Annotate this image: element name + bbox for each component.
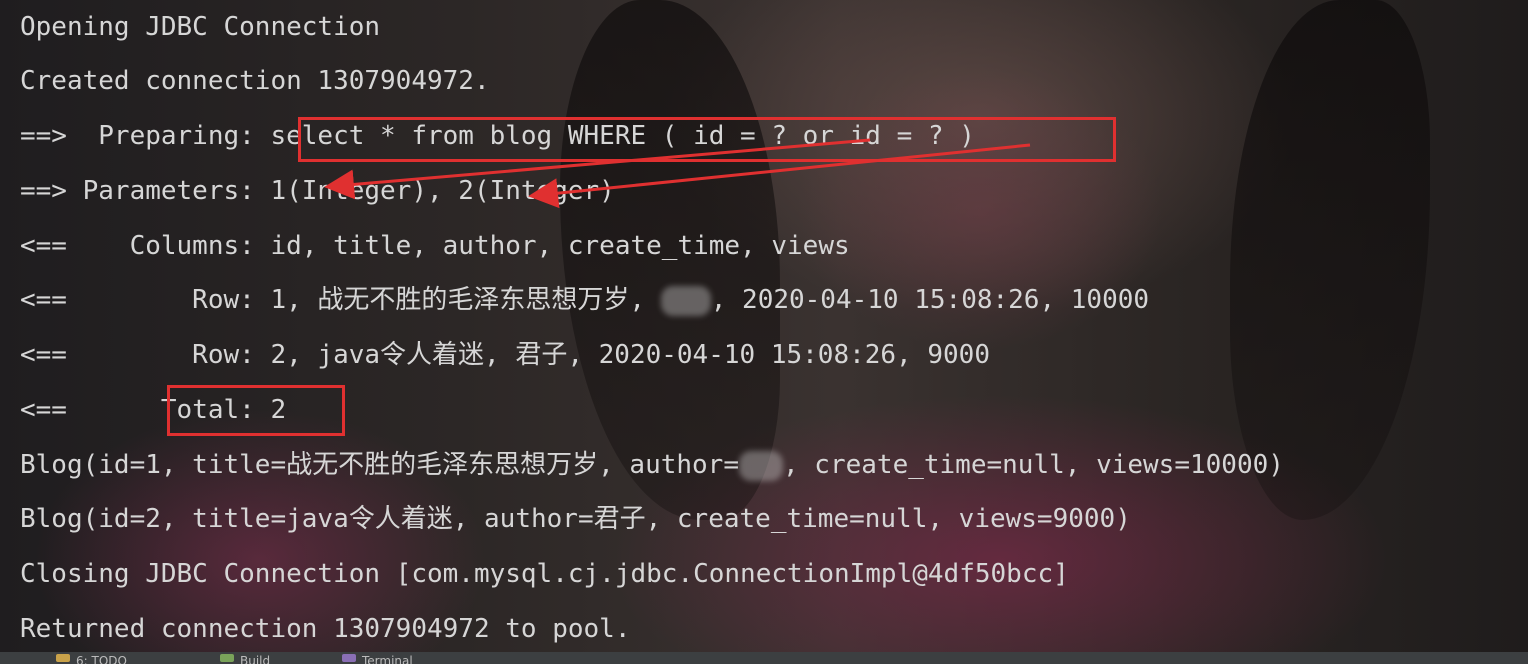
log-text: Opening JDBC Connection (20, 12, 381, 42)
log-line-blog: Blog(id=2, title=java令人着迷, author=君子, cr… (20, 501, 1131, 537)
tab-terminal[interactable]: Terminal (342, 652, 413, 664)
sql-highlight-box (298, 117, 1116, 162)
log-text: , 2020-04-10 15:08:26, 10000 (710, 285, 1150, 315)
log-text: , create_time=null, views=10000) (783, 450, 1284, 480)
log-text: Blog(id=1, title=战无不胜的毛泽东思想万岁, author= (20, 450, 739, 480)
log-text: Returned connection 1307904972 to pool. (20, 614, 631, 644)
redacted-author-blur (660, 285, 711, 316)
log-text: <== Columns: id, title, author, create_t… (20, 231, 850, 261)
log-line-parameters: ==> Parameters: 1(Integer), 2(Integer) (20, 173, 615, 209)
log-text: <== Row: 1, 战无不胜的毛泽东思想万岁, (20, 285, 661, 315)
log-prefix: ==> Preparing: (20, 121, 271, 151)
tab-todo[interactable]: 6: TODO (56, 652, 127, 664)
log-text: Closing JDBC Connection [com.mysql.cj.jd… (20, 559, 1069, 589)
log-text: Created connection 1307904972. (20, 66, 490, 96)
tool-window-bar: 6: TODO Build Terminal (0, 652, 1528, 664)
tab-label: 6: TODO (76, 654, 127, 664)
log-line: Created connection 1307904972. (20, 63, 490, 99)
tab-label: Build (240, 654, 271, 664)
log-line-columns: <== Columns: id, title, author, create_t… (20, 228, 850, 264)
build-icon (220, 654, 234, 662)
background-photo-hair-right (1230, 0, 1430, 520)
log-line-blog: Blog(id=1, title=战无不胜的毛泽东思想万岁, author= , … (20, 447, 1284, 483)
log-text: Blog(id=2, title=java令人着迷, author=君子, cr… (20, 504, 1131, 534)
log-line-closing: Closing JDBC Connection [com.mysql.cj.jd… (20, 556, 1069, 592)
log-line-row: <== Row: 2, java令人着迷, 君子, 2020-04-10 15:… (20, 337, 990, 373)
redacted-author-blur (739, 450, 783, 481)
log-line-row: <== Row: 1, 战无不胜的毛泽东思想万岁, , 2020-04-10 1… (20, 282, 1149, 318)
log-line-returned: Returned connection 1307904972 to pool. (20, 611, 630, 647)
tab-label: Terminal (362, 654, 413, 664)
log-line: Opening JDBC Connection (20, 9, 380, 45)
console-output-panel[interactable]: Opening JDBC Connection Created connecti… (0, 0, 1528, 664)
log-text: <== Row: 2, java令人着迷, 君子, 2020-04-10 15:… (20, 340, 990, 370)
total-highlight-box (167, 385, 345, 436)
tab-build[interactable]: Build (220, 652, 270, 664)
log-text: ==> Parameters: 1(Integer), 2(Integer) (20, 176, 615, 206)
log-prefix: <== (20, 395, 161, 425)
terminal-icon (342, 654, 356, 662)
todo-icon (56, 654, 70, 662)
